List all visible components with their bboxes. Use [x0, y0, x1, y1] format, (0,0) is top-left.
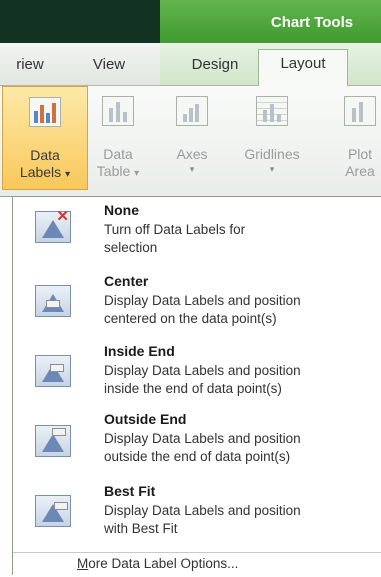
menu-item-outside-end[interactable]: Outside End Display Data Labels and posi… [13, 409, 381, 479]
axes-label: Axes ▾ [166, 146, 218, 175]
labels-best-fit-icon [35, 495, 71, 527]
labels-outside-end-icon [35, 425, 71, 457]
data-table-button[interactable]: Data Table ▾ [90, 86, 146, 190]
data-table-label: Data Table ▾ [96, 146, 140, 179]
menu-item-title: None [104, 202, 139, 218]
gridlines-icon [256, 96, 288, 126]
data-labels-icon [29, 97, 61, 127]
menu-item-description: Display Data Labels and position with Be… [104, 503, 301, 536]
labels-center-icon [35, 285, 71, 317]
tab-view[interactable]: View [84, 51, 134, 79]
menu-item-description: Display Data Labels and position outside… [104, 431, 301, 464]
menu-item-title: Inside End [104, 343, 175, 359]
gridlines-label: Gridlines ▾ [234, 146, 310, 175]
plot-area-label: Plot Area [345, 146, 375, 179]
menu-item-title: Center [104, 273, 149, 289]
menu-item-best-fit[interactable]: Best Fit Display Data Labels and positio… [13, 479, 381, 551]
menu-item-description: Display Data Labels and position inside … [104, 363, 301, 396]
tab-review[interactable]: riew [0, 51, 60, 79]
no-labels-icon: ✕ [35, 209, 71, 243]
title-bar: Chart Tools [0, 0, 381, 43]
chevron-down-icon: ▾ [134, 168, 140, 179]
axes-button[interactable]: Axes ▾ [166, 86, 218, 190]
data-table-icon [102, 96, 134, 126]
title-bar-background [0, 0, 160, 43]
menu-item-title: Best Fit [104, 483, 156, 499]
menu-item-description: Display Data Labels and position centere… [104, 293, 301, 326]
tab-layout[interactable]: Layout [258, 49, 348, 87]
plot-area-button[interactable]: Plot Area [330, 86, 381, 190]
chevron-down-icon: ▾ [65, 169, 71, 180]
ribbon-tab-row: riew View Design Layout [0, 43, 381, 87]
tab-design[interactable]: Design [182, 51, 248, 79]
data-labels-label: Data Labels ▾ [19, 147, 71, 180]
menu-item-description: Turn off Data Labels for selection [104, 222, 246, 255]
labels-inside-end-icon [35, 355, 71, 387]
chart-tools-label: Chart Tools [270, 14, 354, 31]
menu-item-title: Outside End [104, 411, 187, 427]
data-labels-button[interactable]: Data Labels ▾ [2, 86, 88, 190]
menu-item-inside-end[interactable]: Inside End Display Data Labels and posit… [13, 339, 381, 409]
more-options-label: More Data Label Options... [77, 556, 239, 571]
chevron-down-icon: ▾ [189, 164, 195, 174]
plot-area-icon [344, 96, 376, 126]
chevron-down-icon: ▾ [269, 164, 275, 174]
axes-icon [176, 96, 208, 126]
menu-item-center[interactable]: Center Display Data Labels and position … [13, 267, 381, 339]
gridlines-button[interactable]: Gridlines ▾ [234, 86, 310, 190]
ribbon-panel: Data Labels ▾ Data Table ▾ Axes ▾ Gridli… [0, 86, 381, 197]
more-data-label-options[interactable]: More Data Label Options... [13, 552, 381, 577]
menu-item-none[interactable]: ✕ None Turn off Data Labels for selectio… [13, 197, 381, 267]
data-labels-menu: ✕ None Turn off Data Labels for selectio… [12, 196, 381, 575]
